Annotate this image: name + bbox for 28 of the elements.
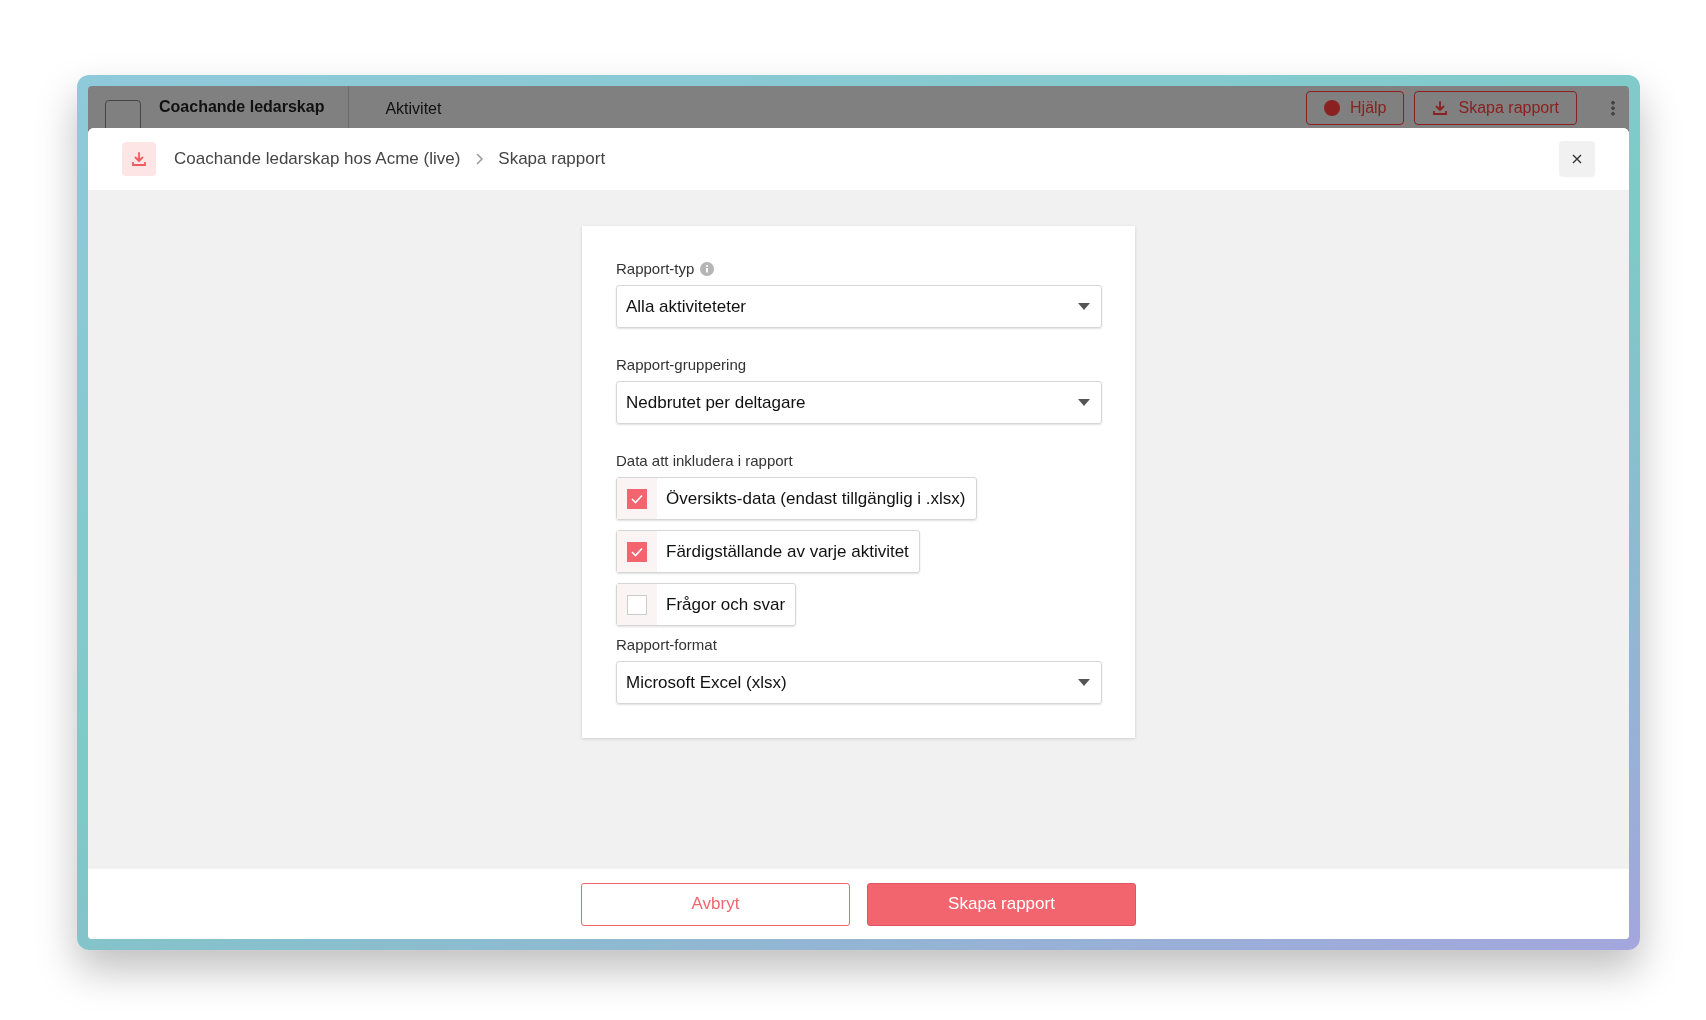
field-label: Data att inkludera i rapport — [616, 452, 793, 469]
checkbox-option[interactable]: Frågor och svar — [616, 583, 797, 626]
caret-down-icon — [1078, 303, 1090, 310]
caret-down-icon — [1078, 399, 1090, 406]
check-icon — [631, 493, 643, 504]
check-icon — [631, 546, 643, 557]
download-icon — [122, 142, 156, 176]
field-label: Rapport-typ — [616, 260, 695, 277]
dropdown[interactable]: Alla aktiviteteter — [616, 285, 1102, 328]
close-button[interactable] — [1559, 141, 1595, 177]
field-label: Rapport-format — [616, 636, 717, 653]
checkbox[interactable] — [627, 488, 647, 509]
checkbox-option[interactable]: Översikts-data (endast tillgänglig i .xlsx) — [616, 477, 977, 520]
breadcrumb-item: Skapa rapport — [498, 149, 606, 169]
checkbox[interactable] — [627, 594, 647, 615]
download-icon — [1432, 100, 1449, 116]
breadcrumb-item[interactable]: Coachande ledarskap hos Acme (live) — [174, 149, 461, 169]
checkbox-option[interactable]: Färdigställande av varje aktivitet — [616, 530, 920, 573]
app-title: Coachande ledarskap — [159, 98, 325, 116]
chevron-right-icon — [474, 152, 485, 166]
dropdown[interactable]: Nedbrutet per deltagare — [616, 381, 1102, 424]
dropdown[interactable]: Microsoft Excel (xlsx) — [616, 661, 1102, 704]
field-label: Rapport-gruppering — [616, 356, 747, 373]
caret-down-icon — [1078, 679, 1090, 686]
tab[interactable]: Aktivitet — [385, 100, 442, 118]
close-icon — [1572, 154, 1582, 164]
checkbox[interactable] — [627, 541, 647, 562]
more-icon[interactable] — [1611, 100, 1615, 116]
